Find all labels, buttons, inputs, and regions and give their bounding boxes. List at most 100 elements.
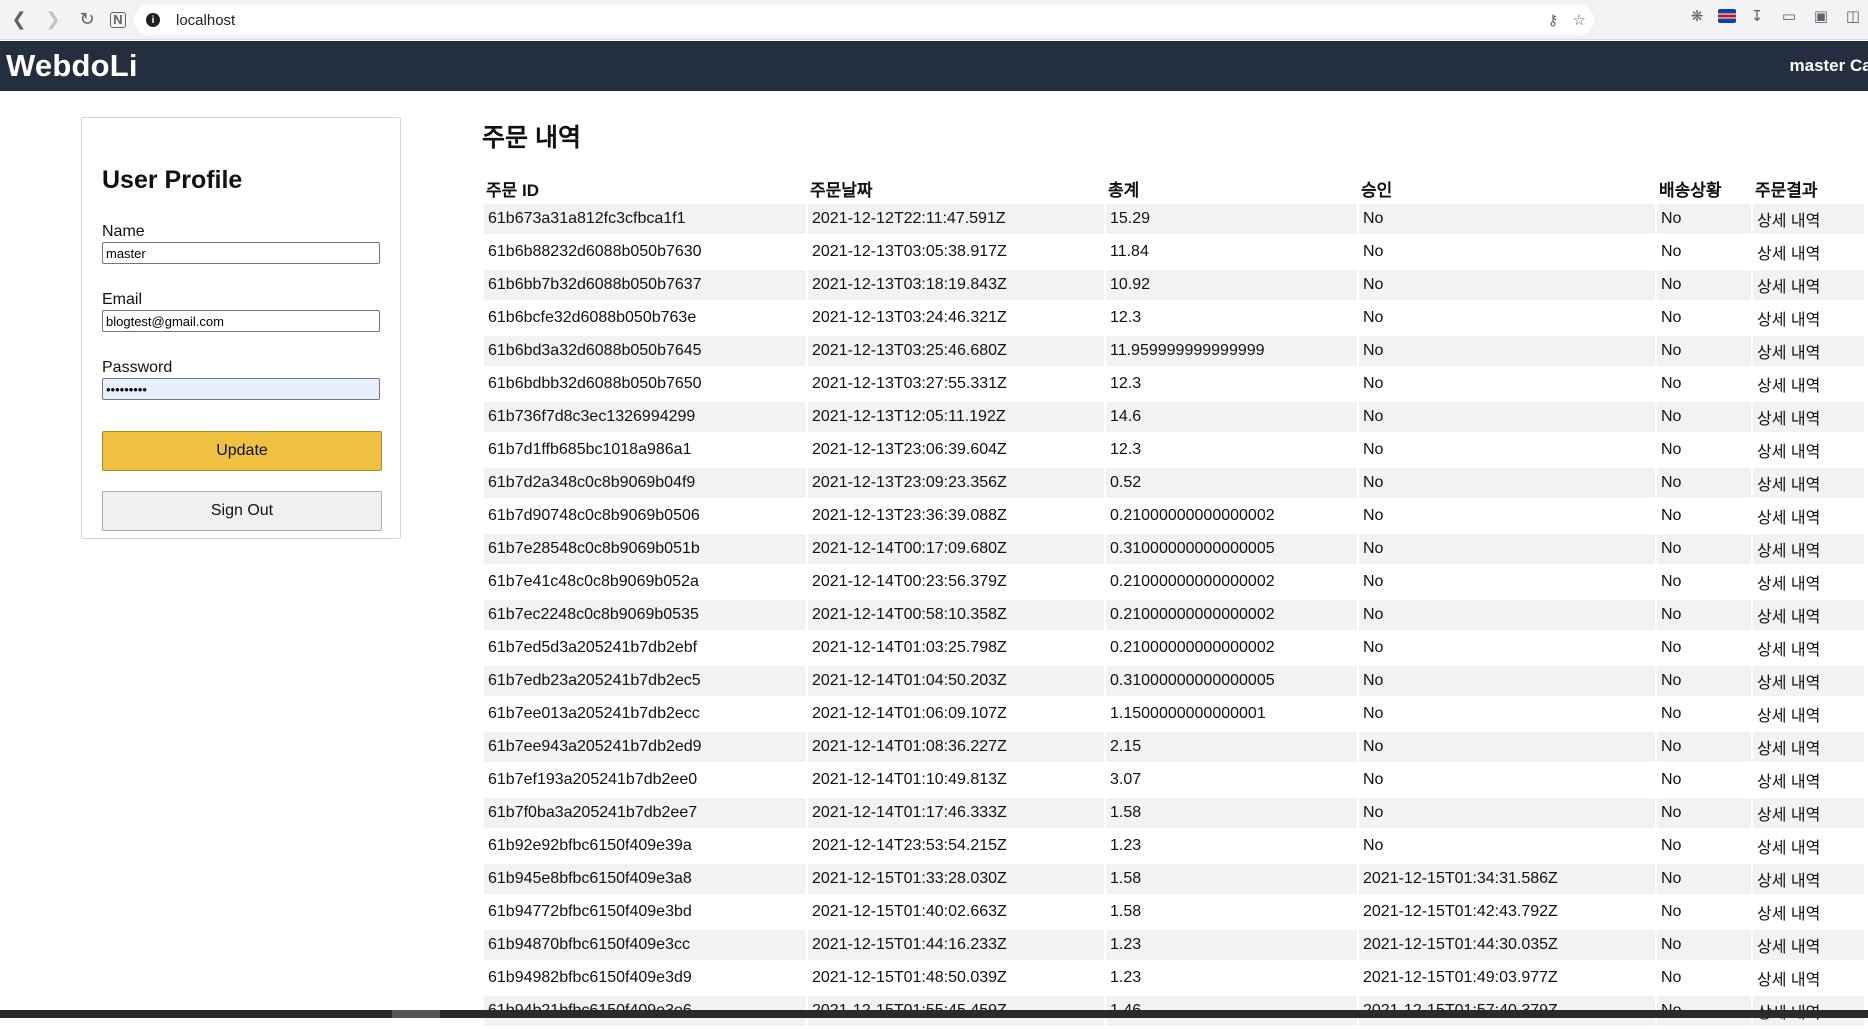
url-text: localhost: [176, 12, 235, 29]
order-total-cell: 15.29: [1106, 204, 1357, 234]
order-detail-link[interactable]: 상세 내역: [1753, 930, 1864, 960]
order-delivered-cell: No: [1657, 633, 1751, 663]
order-date-cell: 2021-12-15T01:33:28.030Z: [808, 864, 1104, 894]
column-header-total: 총계: [1106, 176, 1357, 201]
table-row: 61b7d2a348c0c8b9069b04f92021-12-13T23:09…: [484, 468, 1864, 498]
download-icon[interactable]: ↧: [1746, 5, 1768, 27]
user-cart-link[interactable]: master Cart: [1790, 56, 1868, 76]
order-detail-link[interactable]: 상세 내역: [1753, 204, 1864, 234]
order-date-cell: 2021-12-13T03:05:38.917Z: [808, 237, 1104, 267]
order-id-cell: 61b7e41c48c0c8b9069b052a: [484, 567, 806, 597]
site-info-icon[interactable]: i: [146, 13, 160, 27]
table-row: 61b7e41c48c0c8b9069b052a2021-12-14T00:23…: [484, 567, 1864, 597]
order-id-cell: 61b7ee013a205241b7db2ecc: [484, 699, 806, 729]
order-paid-cell: No: [1359, 435, 1655, 465]
sign-out-button[interactable]: Sign Out: [102, 491, 382, 531]
column-header-result: 주문결과: [1753, 176, 1864, 201]
order-id-cell: 61b673a31a812fc3cfbca1f1: [484, 204, 806, 234]
language-flag-icon[interactable]: [1718, 9, 1736, 23]
order-detail-link[interactable]: 상세 내역: [1753, 336, 1864, 366]
table-row: 61b7d1ffb685bc1018a986a12021-12-13T23:06…: [484, 435, 1864, 465]
order-paid-cell: No: [1359, 534, 1655, 564]
order-detail-link[interactable]: 상세 내역: [1753, 963, 1864, 993]
order-detail-link[interactable]: 상세 내역: [1753, 897, 1864, 927]
order-detail-link[interactable]: 상세 내역: [1753, 435, 1864, 465]
order-total-cell: 11.84: [1106, 237, 1357, 267]
extension-puzzle-icon[interactable]: ❋: [1686, 5, 1708, 27]
order-detail-link[interactable]: 상세 내역: [1753, 402, 1864, 432]
order-delivered-cell: No: [1657, 831, 1751, 861]
order-total-cell: 2.15: [1106, 732, 1357, 762]
column-header-order-date: 주문날짜: [808, 176, 1104, 201]
order-date-cell: 2021-12-13T03:18:19.843Z: [808, 270, 1104, 300]
order-paid-cell: 2021-12-15T01:44:30.035Z: [1359, 930, 1655, 960]
order-date-cell: 2021-12-14T00:17:09.680Z: [808, 534, 1104, 564]
scrollbar-thumb[interactable]: [392, 1010, 440, 1018]
order-total-cell: 1.58: [1106, 798, 1357, 828]
order-detail-link[interactable]: 상세 내역: [1753, 270, 1864, 300]
notion-icon[interactable]: N: [110, 12, 126, 28]
reload-icon[interactable]: ↻: [72, 5, 102, 35]
order-delivered-cell: No: [1657, 369, 1751, 399]
order-detail-link[interactable]: 상세 내역: [1753, 765, 1864, 795]
order-detail-link[interactable]: 상세 내역: [1753, 534, 1864, 564]
order-paid-cell: No: [1359, 567, 1655, 597]
order-total-cell: 0.21000000000000002: [1106, 600, 1357, 630]
name-field[interactable]: [102, 242, 380, 264]
address-bar[interactable]: i localhost ⚷ ☆: [134, 5, 1594, 35]
key-icon[interactable]: ⚷: [1548, 11, 1559, 29]
order-id-cell: 61b6b88232d6088b050b7630: [484, 237, 806, 267]
order-id-cell: 61b7ed5d3a205241b7db2ebf: [484, 633, 806, 663]
screenshot-icon[interactable]: ▣: [1810, 5, 1832, 27]
order-delivered-cell: No: [1657, 501, 1751, 531]
order-id-cell: 61b92e92bfbc6150f409e39a: [484, 831, 806, 861]
order-detail-link[interactable]: 상세 내역: [1753, 369, 1864, 399]
email-field[interactable]: [102, 310, 380, 332]
table-row: 61b94870bfbc6150f409e3cc2021-12-15T01:44…: [484, 930, 1864, 960]
order-detail-link[interactable]: 상세 내역: [1753, 633, 1864, 663]
name-label: Name: [102, 223, 380, 241]
order-detail-link[interactable]: 상세 내역: [1753, 699, 1864, 729]
order-detail-link[interactable]: 상세 내역: [1753, 864, 1864, 894]
order-detail-link[interactable]: 상세 내역: [1753, 600, 1864, 630]
order-date-cell: 2021-12-13T03:27:55.331Z: [808, 369, 1104, 399]
order-date-cell: 2021-12-14T01:10:49.813Z: [808, 765, 1104, 795]
order-detail-link[interactable]: 상세 내역: [1753, 468, 1864, 498]
order-total-cell: 12.3: [1106, 435, 1357, 465]
order-paid-cell: No: [1359, 468, 1655, 498]
order-date-cell: 2021-12-14T23:53:54.215Z: [808, 831, 1104, 861]
order-id-cell: 61b736f7d8c3ec1326994299: [484, 402, 806, 432]
user-profile-card: User Profile Name Email Password Update …: [81, 117, 401, 539]
order-detail-link[interactable]: 상세 내역: [1753, 303, 1864, 333]
order-paid-cell: No: [1359, 369, 1655, 399]
order-total-cell: 10.92: [1106, 270, 1357, 300]
order-paid-cell: 2021-12-15T01:49:03.977Z: [1359, 963, 1655, 993]
order-detail-link[interactable]: 상세 내역: [1753, 501, 1864, 531]
order-detail-link[interactable]: 상세 내역: [1753, 567, 1864, 597]
order-detail-link[interactable]: 상세 내역: [1753, 666, 1864, 696]
table-row: 61b7edb23a205241b7db2ec52021-12-14T01:04…: [484, 666, 1864, 696]
bookmark-star-icon[interactable]: ☆: [1573, 11, 1586, 29]
table-row: 61b7ef193a205241b7db2ee02021-12-14T01:10…: [484, 765, 1864, 795]
update-button[interactable]: Update: [102, 431, 382, 471]
horizontal-scrollbar[interactable]: [0, 1010, 1868, 1018]
order-detail-link[interactable]: 상세 내역: [1753, 732, 1864, 762]
brand-logo-link[interactable]: WebdoLi: [6, 48, 138, 84]
forward-icon[interactable]: ❯: [38, 5, 68, 35]
app-header: WebdoLi master Cart: [0, 41, 1868, 91]
order-paid-cell: No: [1359, 600, 1655, 630]
order-delivered-cell: No: [1657, 468, 1751, 498]
order-id-cell: 61b7edb23a205241b7db2ec5: [484, 666, 806, 696]
order-detail-link[interactable]: 상세 내역: [1753, 237, 1864, 267]
order-total-cell: 11.959999999999999: [1106, 336, 1357, 366]
order-detail-link[interactable]: 상세 내역: [1753, 798, 1864, 828]
cast-icon[interactable]: ▭: [1778, 5, 1800, 27]
password-field[interactable]: [102, 378, 380, 400]
back-icon[interactable]: ❮: [4, 5, 34, 35]
orders-header-row: 주문 ID 주문날짜 총계 승인 배송상황 주문결과: [484, 176, 1864, 201]
order-detail-link[interactable]: 상세 내역: [1753, 831, 1864, 861]
table-row: 61b7e28548c0c8b9069b051b2021-12-14T00:17…: [484, 534, 1864, 564]
order-delivered-cell: No: [1657, 402, 1751, 432]
table-row: 61b7d90748c0c8b9069b05062021-12-13T23:36…: [484, 501, 1864, 531]
sidebar-icon[interactable]: ◫: [1842, 5, 1864, 27]
